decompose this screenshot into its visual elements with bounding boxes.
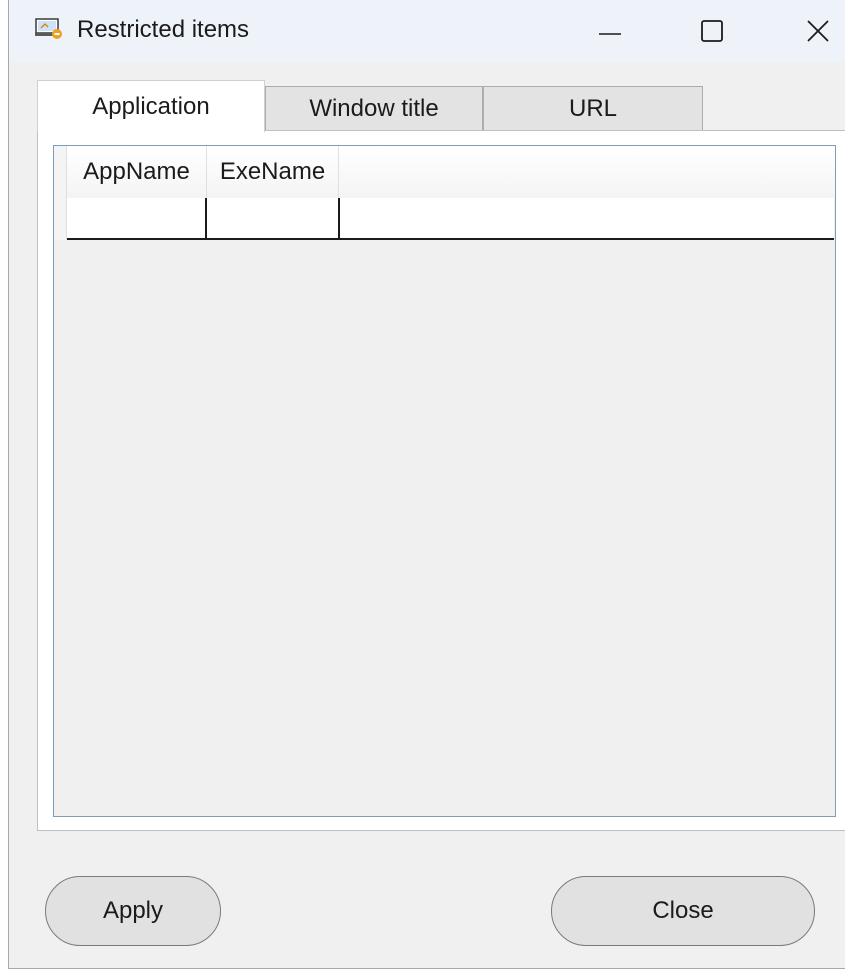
column-header-filler xyxy=(339,146,835,198)
apply-button[interactable]: Apply xyxy=(45,876,221,946)
tab-url[interactable]: URL xyxy=(483,86,703,130)
close-button[interactable]: Close xyxy=(551,876,815,946)
application-grid[interactable]: AppName ExeName xyxy=(53,145,836,817)
tab-window-title[interactable]: Window title xyxy=(265,86,483,130)
window-title: Restricted items xyxy=(77,16,250,43)
minimize-icon xyxy=(599,33,621,35)
cell-appname[interactable] xyxy=(67,198,207,238)
maximize-icon xyxy=(701,20,723,42)
cell-exename[interactable] xyxy=(207,198,340,238)
restricted-app-icon xyxy=(35,18,63,40)
maximize-button[interactable] xyxy=(677,0,747,62)
restricted-items-window: Restricted items Application Window titl… xyxy=(8,0,845,969)
close-icon xyxy=(807,20,829,42)
minimize-button[interactable] xyxy=(575,0,645,62)
application-tab-panel: AppName ExeName xyxy=(37,130,845,831)
table-row[interactable] xyxy=(67,198,834,240)
tab-application[interactable]: Application xyxy=(37,80,265,132)
close-window-button[interactable] xyxy=(783,0,845,62)
column-header-appname[interactable]: AppName xyxy=(67,146,207,198)
row-header-column[interactable] xyxy=(54,146,67,240)
title-bar[interactable]: Restricted items xyxy=(9,0,845,62)
column-header-exename[interactable]: ExeName xyxy=(207,146,339,198)
